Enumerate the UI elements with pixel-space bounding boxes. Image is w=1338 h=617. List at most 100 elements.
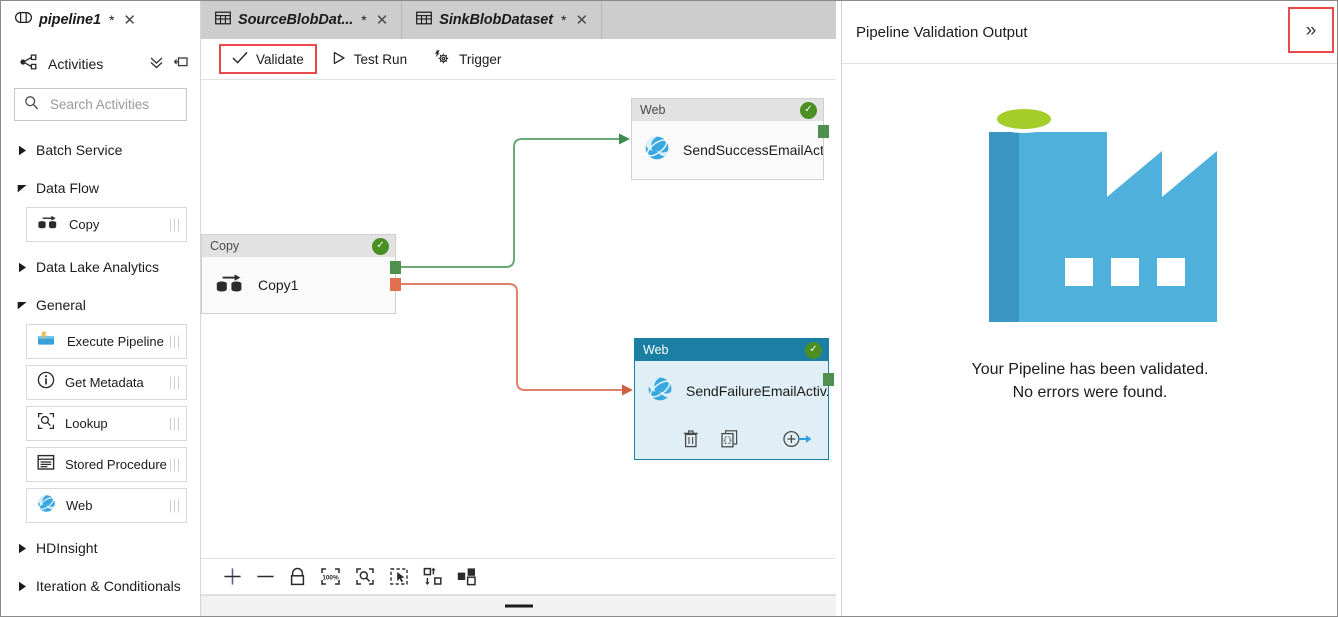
node-type-label: Web — [640, 103, 666, 117]
lookup-magnifier-icon — [37, 412, 55, 435]
factory-icon — [987, 105, 1217, 322]
pin-icon[interactable] — [173, 55, 189, 74]
plus-icon[interactable] — [223, 567, 242, 586]
edge-success-arrowhead — [619, 133, 630, 145]
chevron-down-icon — [15, 184, 29, 193]
editor-tab-bar: SourceBlobDat... * ✕ SinkBlobDataset * ✕ — [201, 1, 836, 39]
test-run-label: Test Run — [353, 51, 408, 67]
canvas-node-sendfailureemail[interactable]: Web ✓ SendFailureEmailActiv.. {} — [634, 338, 834, 460]
tab-label: SourceBlobDat... — [238, 12, 354, 28]
web-globe-icon — [644, 135, 670, 166]
chevron-double-right-icon: » — [1305, 19, 1317, 41]
activity-label: Copy — [69, 217, 100, 232]
tab-bar-empty-space — [602, 1, 836, 39]
drag-grip-icon[interactable] — [169, 458, 179, 471]
drag-grip-icon[interactable] — [169, 417, 179, 430]
auto-align-icon[interactable] — [423, 567, 443, 586]
node-layout-icon[interactable] — [457, 567, 477, 586]
canvas-node-copy1[interactable]: Copy ✓ Copy1 — [201, 234, 401, 314]
chevron-double-down-icon[interactable] — [149, 55, 164, 74]
category-label: HDInsight — [36, 540, 98, 556]
drag-grip-icon[interactable] — [169, 376, 179, 389]
collapse-panel-button[interactable]: » — [1288, 7, 1334, 53]
category-label: Data Flow — [36, 180, 100, 196]
test-run-button[interactable]: Test Run — [321, 44, 418, 74]
trash-icon[interactable] — [683, 430, 699, 448]
tab-label: SinkBlobDataset — [439, 12, 553, 28]
minus-icon[interactable] — [256, 567, 275, 586]
drag-grip-icon[interactable] — [169, 499, 179, 512]
activity-copy[interactable]: Copy — [26, 207, 187, 242]
zoom-100-percent-icon[interactable]: 100% — [320, 567, 341, 586]
drag-grip-icon[interactable] — [169, 218, 179, 231]
chevron-right-icon — [15, 581, 29, 592]
validate-label: Validate — [256, 51, 304, 67]
node-name: SendSuccessEmailActi.. — [683, 142, 823, 158]
activities-category-list: Batch Service Data Flow Copy Data Lake A… — [1, 131, 200, 616]
category-iteration-conditionals[interactable]: Iteration & Conditionals — [1, 567, 200, 605]
pipeline-canvas[interactable]: Copy ✓ Copy1 Web ✓ SendSuccessEmailActi.… — [201, 80, 836, 559]
activity-stored-procedure[interactable]: Stored Procedure — [26, 447, 187, 482]
close-icon[interactable]: ✕ — [376, 13, 389, 28]
zoom-fit-icon[interactable] — [355, 567, 375, 586]
output-port-failure[interactable] — [390, 278, 401, 291]
code-braces-icon[interactable]: {} — [721, 430, 738, 448]
category-general[interactable]: General — [1, 286, 200, 324]
tab-label: pipeline1 — [39, 12, 101, 28]
node-header: Copy ✓ — [202, 235, 395, 257]
edge-failure-arrowhead — [622, 384, 633, 396]
node-name: SendFailureEmailActiv.. — [686, 383, 828, 399]
activity-lookup[interactable]: Lookup — [26, 406, 187, 441]
canvas-node-sendsuccessemail[interactable]: Web ✓ SendSuccessEmailActi.. — [631, 98, 829, 180]
green-check-icon: ✓ — [800, 101, 817, 119]
activity-web[interactable]: Web — [26, 488, 187, 523]
search-icon — [24, 95, 39, 115]
tab-dirty-marker: * — [108, 12, 115, 28]
validate-button[interactable]: Validate — [219, 44, 317, 74]
node-name: Copy1 — [258, 277, 299, 293]
panel-title: Pipeline Validation Output — [856, 23, 1028, 41]
execute-pipeline-icon — [37, 331, 57, 352]
cursor-select-icon[interactable] — [389, 567, 409, 586]
play-triangle-icon — [332, 51, 346, 68]
add-arrow-icon[interactable] — [782, 430, 812, 448]
activity-execute-pipeline[interactable]: Execute Pipeline — [26, 324, 187, 359]
tab-sourceblobdataset[interactable]: SourceBlobDat... * ✕ — [201, 1, 403, 39]
output-port-success[interactable] — [823, 373, 834, 386]
drag-grip-icon[interactable] — [169, 335, 179, 348]
validation-output-panel: Pipeline Validation Output » Your Pipeli… — [841, 1, 1337, 616]
output-port-success[interactable] — [390, 261, 401, 274]
activity-label: Get Metadata — [65, 375, 144, 390]
copy-activity-icon — [215, 272, 245, 299]
category-label: Data Lake Analytics — [36, 259, 159, 275]
chevron-right-icon — [15, 145, 29, 156]
category-batch-service[interactable]: Batch Service — [1, 131, 200, 169]
panel-resize-handle[interactable] — [504, 604, 533, 608]
node-header: Web ✓ — [635, 339, 828, 361]
activity-label: Stored Procedure — [65, 457, 167, 472]
activity-label: Lookup — [65, 416, 108, 431]
bottom-panel-strip[interactable] — [201, 595, 836, 616]
close-icon[interactable]: ✕ — [123, 13, 136, 28]
activity-get-metadata[interactable]: Get Metadata — [26, 365, 187, 400]
activities-title: Activities — [48, 56, 104, 72]
category-data-flow[interactable]: Data Flow — [1, 169, 200, 207]
lock-icon[interactable] — [289, 567, 306, 586]
dataset-table-icon — [416, 11, 433, 30]
tab-pipeline1[interactable]: pipeline1 * ✕ — [1, 1, 200, 39]
activities-header: Activities — [1, 47, 200, 81]
close-icon[interactable]: ✕ — [575, 13, 588, 28]
trigger-button[interactable]: Trigger — [422, 44, 512, 74]
output-port-success[interactable] — [818, 125, 829, 138]
pipeline-icon — [15, 11, 33, 29]
tab-sinkblobdataset[interactable]: SinkBlobDataset * ✕ — [402, 1, 603, 39]
green-check-icon: ✓ — [372, 237, 389, 255]
category-hdinsight[interactable]: HDInsight — [1, 529, 200, 567]
search-activities-box[interactable] — [14, 88, 200, 121]
activity-label: Web — [66, 498, 93, 513]
web-globe-icon — [37, 494, 56, 518]
category-data-lake-analytics[interactable]: Data Lake Analytics — [1, 248, 200, 286]
search-input[interactable] — [48, 96, 200, 113]
checkmark-icon — [232, 51, 248, 68]
node-body: SendFailureEmailActiv.. — [635, 361, 828, 421]
